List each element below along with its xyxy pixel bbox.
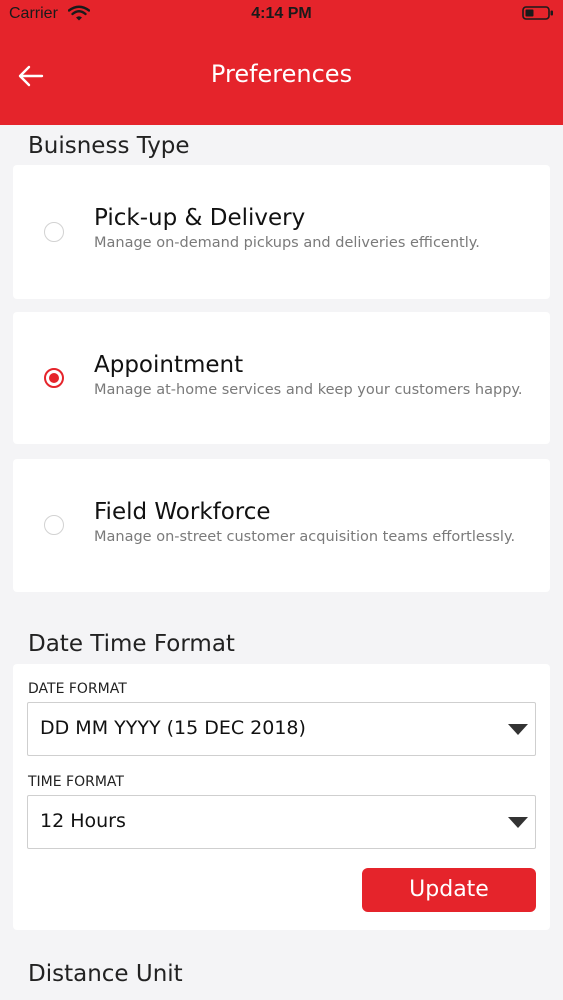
- radio-field-workforce[interactable]: [44, 515, 64, 535]
- page-title: Preferences: [210, 60, 353, 88]
- option-title: Appointment: [94, 352, 244, 378]
- radio-pickup-delivery[interactable]: [44, 222, 64, 242]
- option-title: Field Workforce: [94, 499, 271, 525]
- option-title: Pick-up & Delivery: [94, 205, 306, 231]
- time-format-value: 12 Hours: [40, 810, 126, 832]
- app-header: Carrier 4:14 PM Preferences: [0, 0, 563, 125]
- date-format-value: DD MM YYYY (15 DEC 2018): [40, 717, 306, 739]
- time-format-select[interactable]: 12 Hours: [27, 795, 536, 849]
- radio-appointment[interactable]: [44, 368, 64, 388]
- option-field-workforce[interactable]: Field Workforce Manage on-street custome…: [13, 459, 550, 592]
- date-time-heading: Date Time Format: [28, 631, 235, 657]
- time-format-label: TIME FORMAT: [28, 774, 124, 790]
- option-description: Manage on-street customer acquisition te…: [94, 529, 516, 545]
- chevron-down-icon: [508, 724, 528, 735]
- date-format-label: DATE FORMAT: [28, 681, 127, 697]
- business-type-heading: Buisness Type: [28, 133, 190, 159]
- status-time: 4:14 PM: [251, 5, 312, 22]
- preferences-screen: Carrier 4:14 PM Preferences Buisness Typ…: [0, 0, 563, 1000]
- option-description: Manage at-home services and keep your cu…: [94, 382, 523, 398]
- option-appointment[interactable]: Appointment Manage at-home services and …: [13, 312, 550, 444]
- status-bar: Carrier 4:14 PM: [0, 0, 563, 30]
- battery-icon: [522, 6, 553, 20]
- chevron-down-icon: [508, 817, 528, 828]
- date-format-select[interactable]: DD MM YYYY (15 DEC 2018): [27, 702, 536, 756]
- distance-unit-heading: Distance Unit: [28, 961, 183, 987]
- option-description: Manage on-demand pickups and deliveries …: [94, 235, 480, 251]
- update-button[interactable]: Update: [362, 868, 536, 912]
- option-pickup-delivery[interactable]: Pick-up & Delivery Manage on-demand pick…: [13, 165, 550, 299]
